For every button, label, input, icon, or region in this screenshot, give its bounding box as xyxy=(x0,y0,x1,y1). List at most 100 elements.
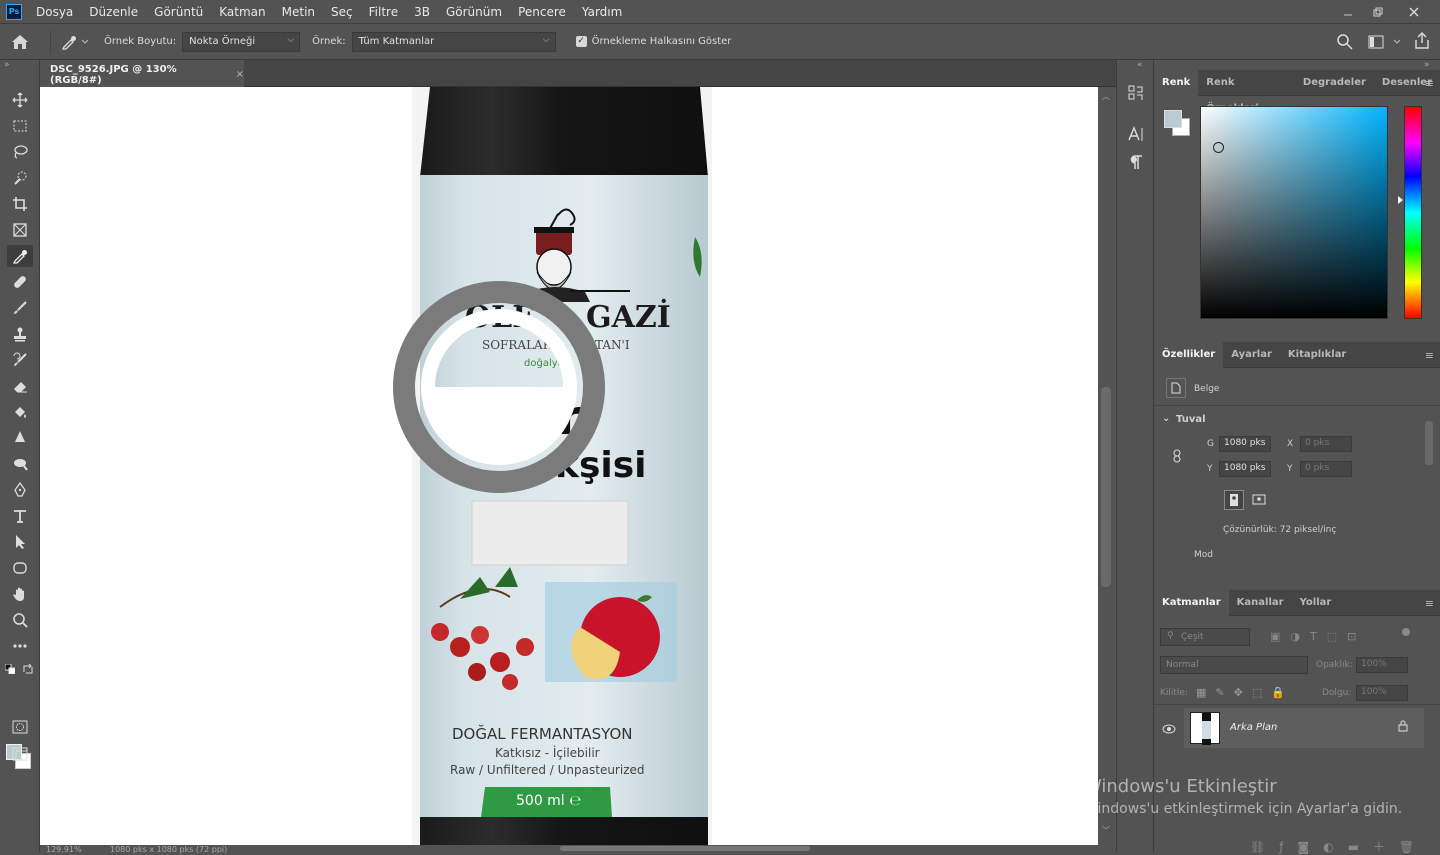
layer-name[interactable]: Arka Plan xyxy=(1230,722,1277,733)
history-panel-button[interactable] xyxy=(1127,84,1145,102)
collapse-toolbar-icon[interactable]: » xyxy=(4,60,10,70)
brush-tool[interactable] xyxy=(7,297,33,319)
menu-metin[interactable]: Metin xyxy=(274,5,323,19)
swap-colors-icon[interactable] xyxy=(22,663,34,678)
eyedropper-tool[interactable] xyxy=(7,245,33,267)
lasso-tool[interactable] xyxy=(7,141,33,163)
layer-visibility-eye-icon[interactable] xyxy=(1162,724,1176,737)
vertical-scroll-thumb[interactable] xyxy=(1101,387,1111,587)
panel-menu-icon[interactable]: ≡ xyxy=(1425,77,1434,90)
menu-gorunum[interactable]: Görünüm xyxy=(438,5,510,19)
dodge-tool[interactable] xyxy=(7,453,33,475)
move-tool[interactable] xyxy=(7,89,33,111)
home-button[interactable] xyxy=(0,24,40,60)
menu-katman[interactable]: Katman xyxy=(211,5,273,19)
character-panel-button[interactable] xyxy=(1127,126,1145,144)
document-tab[interactable]: DSC_9526.JPG @ 130% (RGB/8#) × xyxy=(40,60,244,87)
workspace-chevron[interactable] xyxy=(1392,37,1402,50)
eyedropper-preset-picker[interactable] xyxy=(61,34,90,50)
history-brush-tool[interactable] xyxy=(7,349,33,371)
search-button[interactable] xyxy=(1336,33,1354,54)
pen-tool[interactable] xyxy=(7,479,33,501)
menu-pencere[interactable]: Pencere xyxy=(510,5,574,19)
scroll-down-icon[interactable]: ﹀ xyxy=(1102,825,1110,836)
canvas-height-field[interactable]: 1080 pks xyxy=(1219,461,1271,477)
close-tab-icon[interactable]: × xyxy=(236,69,244,80)
tab-ozellikler[interactable]: Özellikler xyxy=(1154,341,1224,368)
minimize-button[interactable] xyxy=(1332,0,1364,24)
clone-stamp-tool[interactable] xyxy=(7,323,33,345)
filter-toggle-icon[interactable] xyxy=(1402,628,1410,636)
layer-row-background[interactable]: Arka Plan xyxy=(1184,708,1424,748)
color-picker-cursor[interactable] xyxy=(1213,142,1224,153)
tab-ayarlar[interactable]: Ayarlar xyxy=(1223,342,1280,368)
type-tool[interactable] xyxy=(7,505,33,527)
collapse-panels-icon[interactable]: « xyxy=(1137,60,1143,70)
frame-tool[interactable] xyxy=(7,219,33,241)
tab-degradeler[interactable]: Degradeler xyxy=(1295,70,1374,96)
marquee-tool[interactable] xyxy=(7,115,33,137)
restore-button[interactable] xyxy=(1362,0,1394,24)
tab-kanallar[interactable]: Kanallar xyxy=(1229,590,1292,616)
healing-brush-tool[interactable] xyxy=(7,271,33,293)
screen-mode-button[interactable] xyxy=(7,743,33,765)
default-colors-icon[interactable] xyxy=(4,663,16,677)
sample-size-select[interactable]: Nokta Örneği ⌵ xyxy=(182,31,301,52)
scroll-up-icon[interactable]: ︿ xyxy=(1102,91,1110,102)
share-button[interactable] xyxy=(1413,32,1431,53)
color-picker-field[interactable] xyxy=(1200,106,1388,319)
fill-field[interactable]: 100% xyxy=(1356,685,1408,701)
blur-tool[interactable] xyxy=(7,427,33,449)
paragraph-panel-button[interactable] xyxy=(1127,154,1145,172)
landscape-orientation-button[interactable] xyxy=(1250,490,1270,510)
opacity-field[interactable]: 100% xyxy=(1356,657,1408,673)
path-selection-tool[interactable] xyxy=(7,531,33,553)
panel-menu-icon[interactable]: ≡ xyxy=(1425,597,1434,610)
crop-tool[interactable] xyxy=(7,193,33,215)
layer-filter-icons[interactable]: ▣◑T⬚⊡ xyxy=(1270,630,1366,643)
more-tools-button[interactable] xyxy=(7,635,33,657)
workspace-button[interactable] xyxy=(1368,34,1384,53)
tab-renk-ornekleri[interactable]: Renk Örnekleri xyxy=(1198,70,1295,114)
menu-3b[interactable]: 3B xyxy=(406,5,438,19)
portrait-orientation-button[interactable] xyxy=(1224,490,1244,510)
hue-slider[interactable] xyxy=(1404,106,1422,319)
menu-sec[interactable]: Seç xyxy=(323,5,361,19)
lock-icons[interactable]: ▦✎✥⬚🔒 xyxy=(1196,686,1294,699)
close-window-button[interactable] xyxy=(1398,0,1430,24)
menu-filtre[interactable]: Filtre xyxy=(361,5,406,19)
layers-footer-icons[interactable]: ⛓ƒ◙◐▬＋🗑 xyxy=(1250,838,1428,855)
link-dimensions-icon[interactable] xyxy=(1172,449,1182,466)
menu-yardim[interactable]: Yardım xyxy=(574,5,630,19)
tab-katmanlar[interactable]: Katmanlar xyxy=(1154,589,1229,616)
sample-select[interactable]: Tüm Katmanlar ⌵ xyxy=(351,31,556,52)
collapse-dock-icon[interactable]: » xyxy=(1424,60,1430,70)
quick-mask-button[interactable] xyxy=(7,716,33,738)
document-canvas[interactable]: GAZİ ÖLE SOFRALARI TAN'I doğalyas Nar kş… xyxy=(40,87,1098,845)
layer-filter-select[interactable]: ⚲ Çeşit xyxy=(1160,628,1250,646)
canvas-section-title[interactable]: Tuval xyxy=(1176,414,1206,425)
canvas-y-field[interactable]: 0 pks xyxy=(1300,461,1352,477)
menu-dosya[interactable]: Dosya xyxy=(28,5,81,19)
eraser-tool[interactable] xyxy=(7,375,33,397)
menu-duzenle[interactable]: Düzenle xyxy=(81,5,146,19)
tab-renk[interactable]: Renk xyxy=(1154,69,1199,96)
canvas-section-chevron-icon[interactable]: ⌄ xyxy=(1162,413,1170,424)
shape-tool[interactable] xyxy=(7,557,33,579)
show-sampling-ring-checkbox[interactable]: ✓ xyxy=(575,36,587,47)
horizontal-scroll-thumb[interactable] xyxy=(560,846,810,851)
blend-mode-select[interactable]: Normal xyxy=(1160,656,1308,674)
menu-goruntu[interactable]: Görüntü xyxy=(146,5,211,19)
hue-slider-handle[interactable] xyxy=(1398,196,1403,204)
panel-foreground-swatch[interactable] xyxy=(1164,110,1182,128)
tab-yollar[interactable]: Yollar xyxy=(1292,590,1340,616)
hand-tool[interactable] xyxy=(7,583,33,605)
zoom-tool[interactable] xyxy=(7,609,33,631)
canvas-width-field[interactable]: 1080 pks xyxy=(1219,436,1271,452)
zoom-level[interactable]: 129,91% xyxy=(46,845,82,854)
properties-scrollbar[interactable] xyxy=(1424,405,1434,565)
canvas-vertical-scrollbar[interactable]: ︿ ﹀ xyxy=(1098,87,1114,845)
paint-bucket-tool[interactable] xyxy=(7,401,33,423)
tab-kitapliklar[interactable]: Kitaplıklar xyxy=(1280,342,1354,368)
panel-menu-icon[interactable]: ≡ xyxy=(1425,349,1434,362)
